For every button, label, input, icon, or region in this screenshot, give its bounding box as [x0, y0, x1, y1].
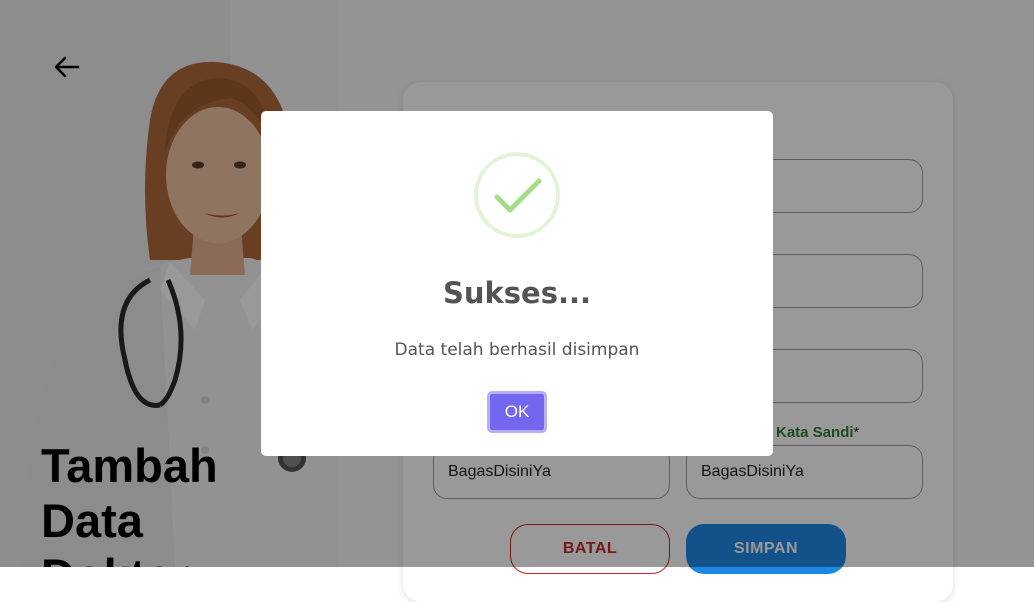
success-check-icon [474, 152, 560, 238]
dialog-message: Data telah berhasil disimpan [394, 340, 640, 360]
dialog-title: Sukses... [442, 276, 592, 310]
ok-button[interactable]: OK [487, 391, 547, 433]
success-dialog: Sukses... Data telah berhasil disimpan O… [261, 111, 773, 456]
